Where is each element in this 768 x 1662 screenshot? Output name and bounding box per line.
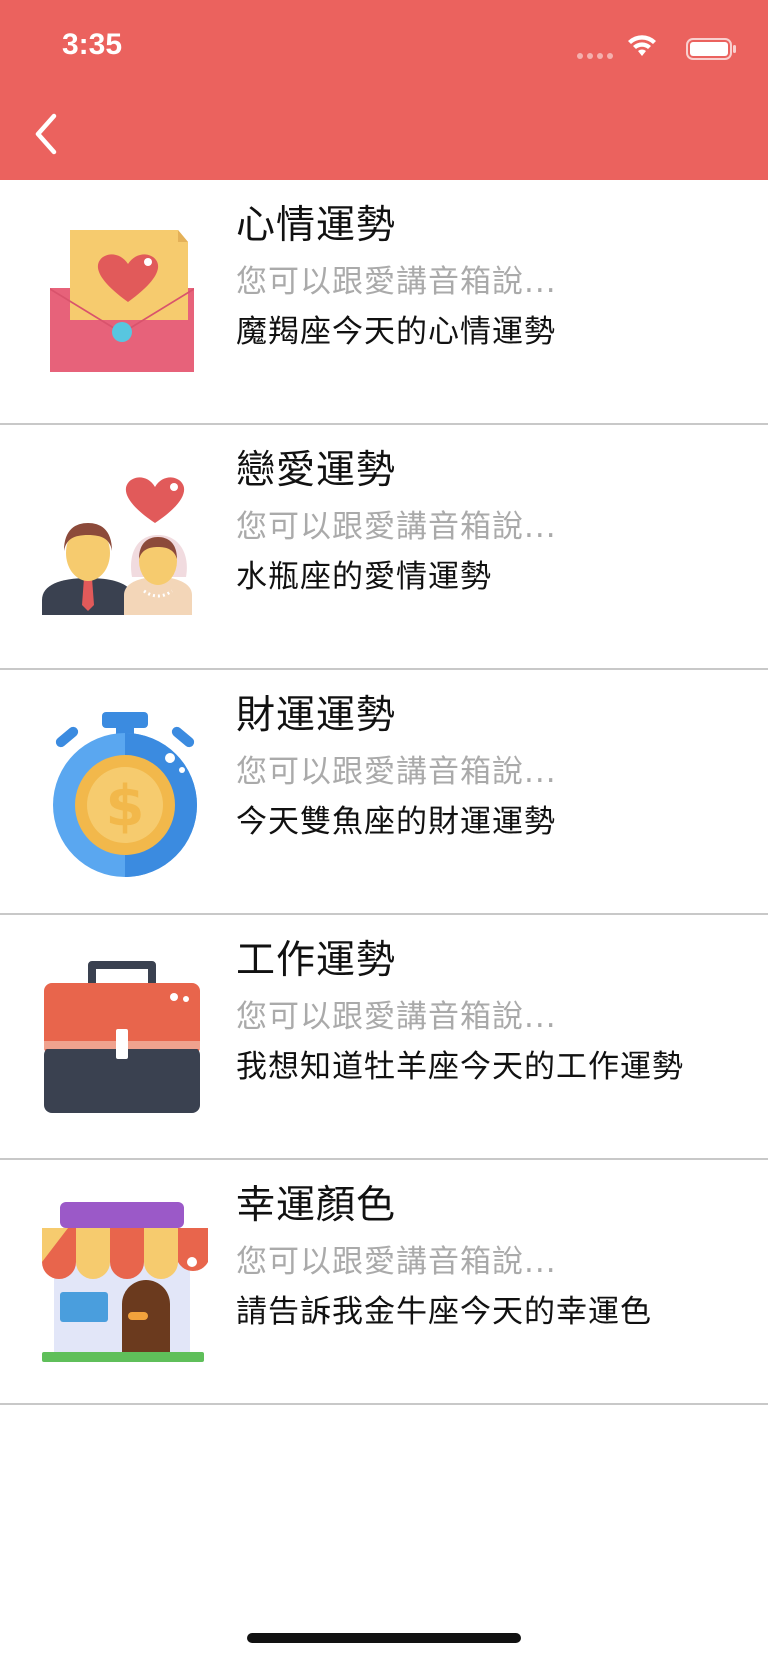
item-hint: 您可以跟愛講音箱說... — [236, 999, 557, 1035]
list-item-mood[interactable]: 心情運勢 您可以跟愛講音箱說... 魔羯座今天的心情運勢 — [0, 180, 768, 425]
item-title: 財運運勢 — [236, 693, 397, 738]
love-letter-icon — [50, 230, 194, 372]
item-title: 心情運勢 — [236, 203, 397, 248]
item-phrase: 我想知道牡羊座今天的工作運勢 — [236, 1049, 684, 1085]
fortune-list: 心情運勢 您可以跟愛講音箱說... 魔羯座今天的心情運勢 戀愛運勢 您可以跟愛講… — [0, 180, 768, 1405]
item-hint: 您可以跟愛講音箱說... — [236, 1244, 557, 1280]
item-title: 戀愛運勢 — [236, 448, 397, 493]
svg-text:$: $ — [106, 774, 145, 839]
list-item-wealth[interactable]: $ 財運運勢 您可以跟愛講音箱說... 今天雙魚座的財運運勢 — [0, 670, 768, 915]
couple-heart-icon — [42, 477, 192, 615]
list-item-work[interactable]: 工作運勢 您可以跟愛講音箱說... 我想知道牡羊座今天的工作運勢 — [0, 915, 768, 1160]
item-hint: 您可以跟愛講音箱說... — [236, 509, 557, 545]
item-title: 工作運勢 — [236, 938, 397, 983]
item-title: 幸運顏色 — [236, 1183, 397, 1228]
app-header: 3:35 — [0, 0, 768, 180]
shop-icon — [42, 1202, 208, 1362]
briefcase-icon — [44, 961, 200, 1113]
chevron-left-icon — [35, 113, 57, 155]
item-hint: 您可以跟愛講音箱說... — [236, 264, 557, 300]
back-button[interactable] — [26, 108, 66, 160]
status-time: 3:35 — [62, 28, 123, 61]
item-phrase: 今天雙魚座的財運運勢 — [236, 804, 556, 840]
item-phrase: 請告訴我金牛座今天的幸運色 — [236, 1294, 652, 1330]
cellular-signal-icon — [577, 53, 613, 59]
item-hint: 您可以跟愛講音箱說... — [236, 754, 557, 790]
wifi-icon — [628, 35, 656, 56]
money-stopwatch-icon: $ — [53, 712, 197, 877]
item-phrase: 魔羯座今天的心情運勢 — [236, 314, 556, 350]
item-phrase: 水瓶座的愛情運勢 — [236, 559, 492, 595]
home-indicator — [247, 1633, 521, 1643]
list-item-lucky-color[interactable]: 幸運顏色 您可以跟愛講音箱說... 請告訴我金牛座今天的幸運色 — [0, 1160, 768, 1405]
battery-icon — [686, 38, 736, 60]
list-item-love[interactable]: 戀愛運勢 您可以跟愛講音箱說... 水瓶座的愛情運勢 — [0, 425, 768, 670]
